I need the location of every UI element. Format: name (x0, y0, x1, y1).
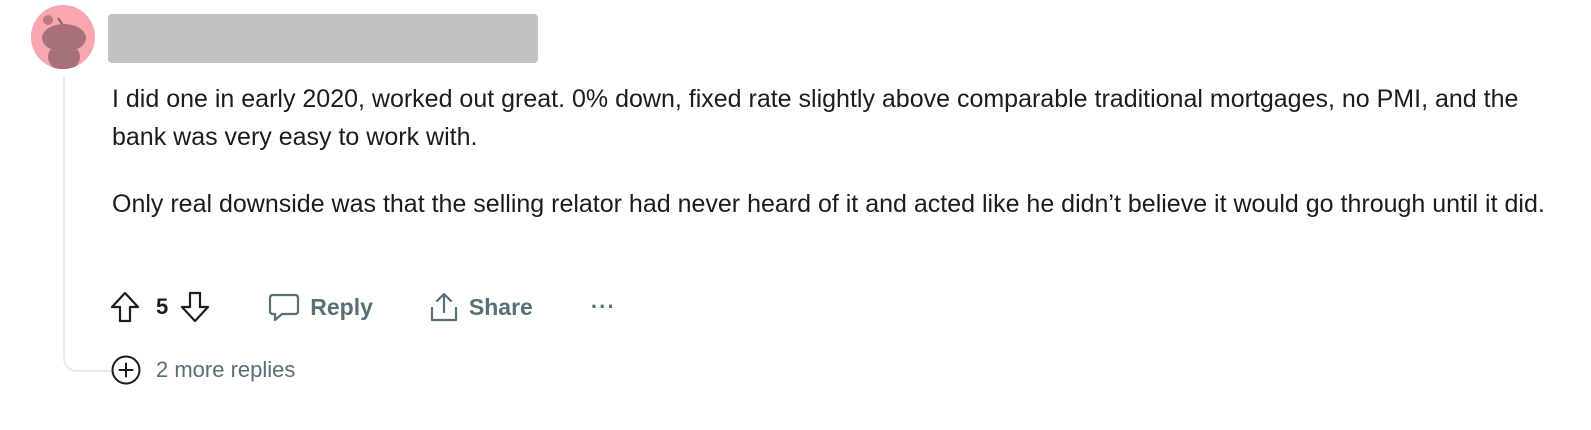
share-button[interactable]: Share (429, 291, 533, 323)
comment-bubble-icon (269, 293, 300, 322)
upvote-arrow-icon (110, 291, 140, 323)
thread-line (63, 76, 115, 372)
reply-label: Reply (310, 293, 373, 320)
comment-body: I did one in early 2020, worked out grea… (112, 80, 1562, 223)
user-avatar[interactable] (31, 5, 95, 69)
share-label: Share (468, 293, 533, 320)
comment-paragraph: Only real downside was that the selling … (112, 190, 1545, 218)
username-redacted (108, 14, 538, 63)
reply-button[interactable]: Reply (268, 292, 373, 322)
upvote-button[interactable] (108, 289, 142, 325)
more-replies-button[interactable]: 2 more replies (110, 354, 295, 386)
more-replies-label: 2 more replies (156, 357, 296, 382)
more-options-button[interactable]: ··· (591, 296, 616, 318)
comment-paragraph: I did one in early 2020, worked out grea… (112, 85, 1519, 151)
comment-action-bar: 5 Reply Share ··· (108, 287, 616, 327)
downvote-button[interactable] (178, 289, 212, 325)
share-upload-icon (430, 292, 457, 322)
plus-circle-icon (111, 355, 141, 385)
vote-count: 5 (156, 294, 169, 319)
downvote-arrow-icon (181, 291, 210, 323)
snoo-avatar-icon (31, 5, 95, 69)
